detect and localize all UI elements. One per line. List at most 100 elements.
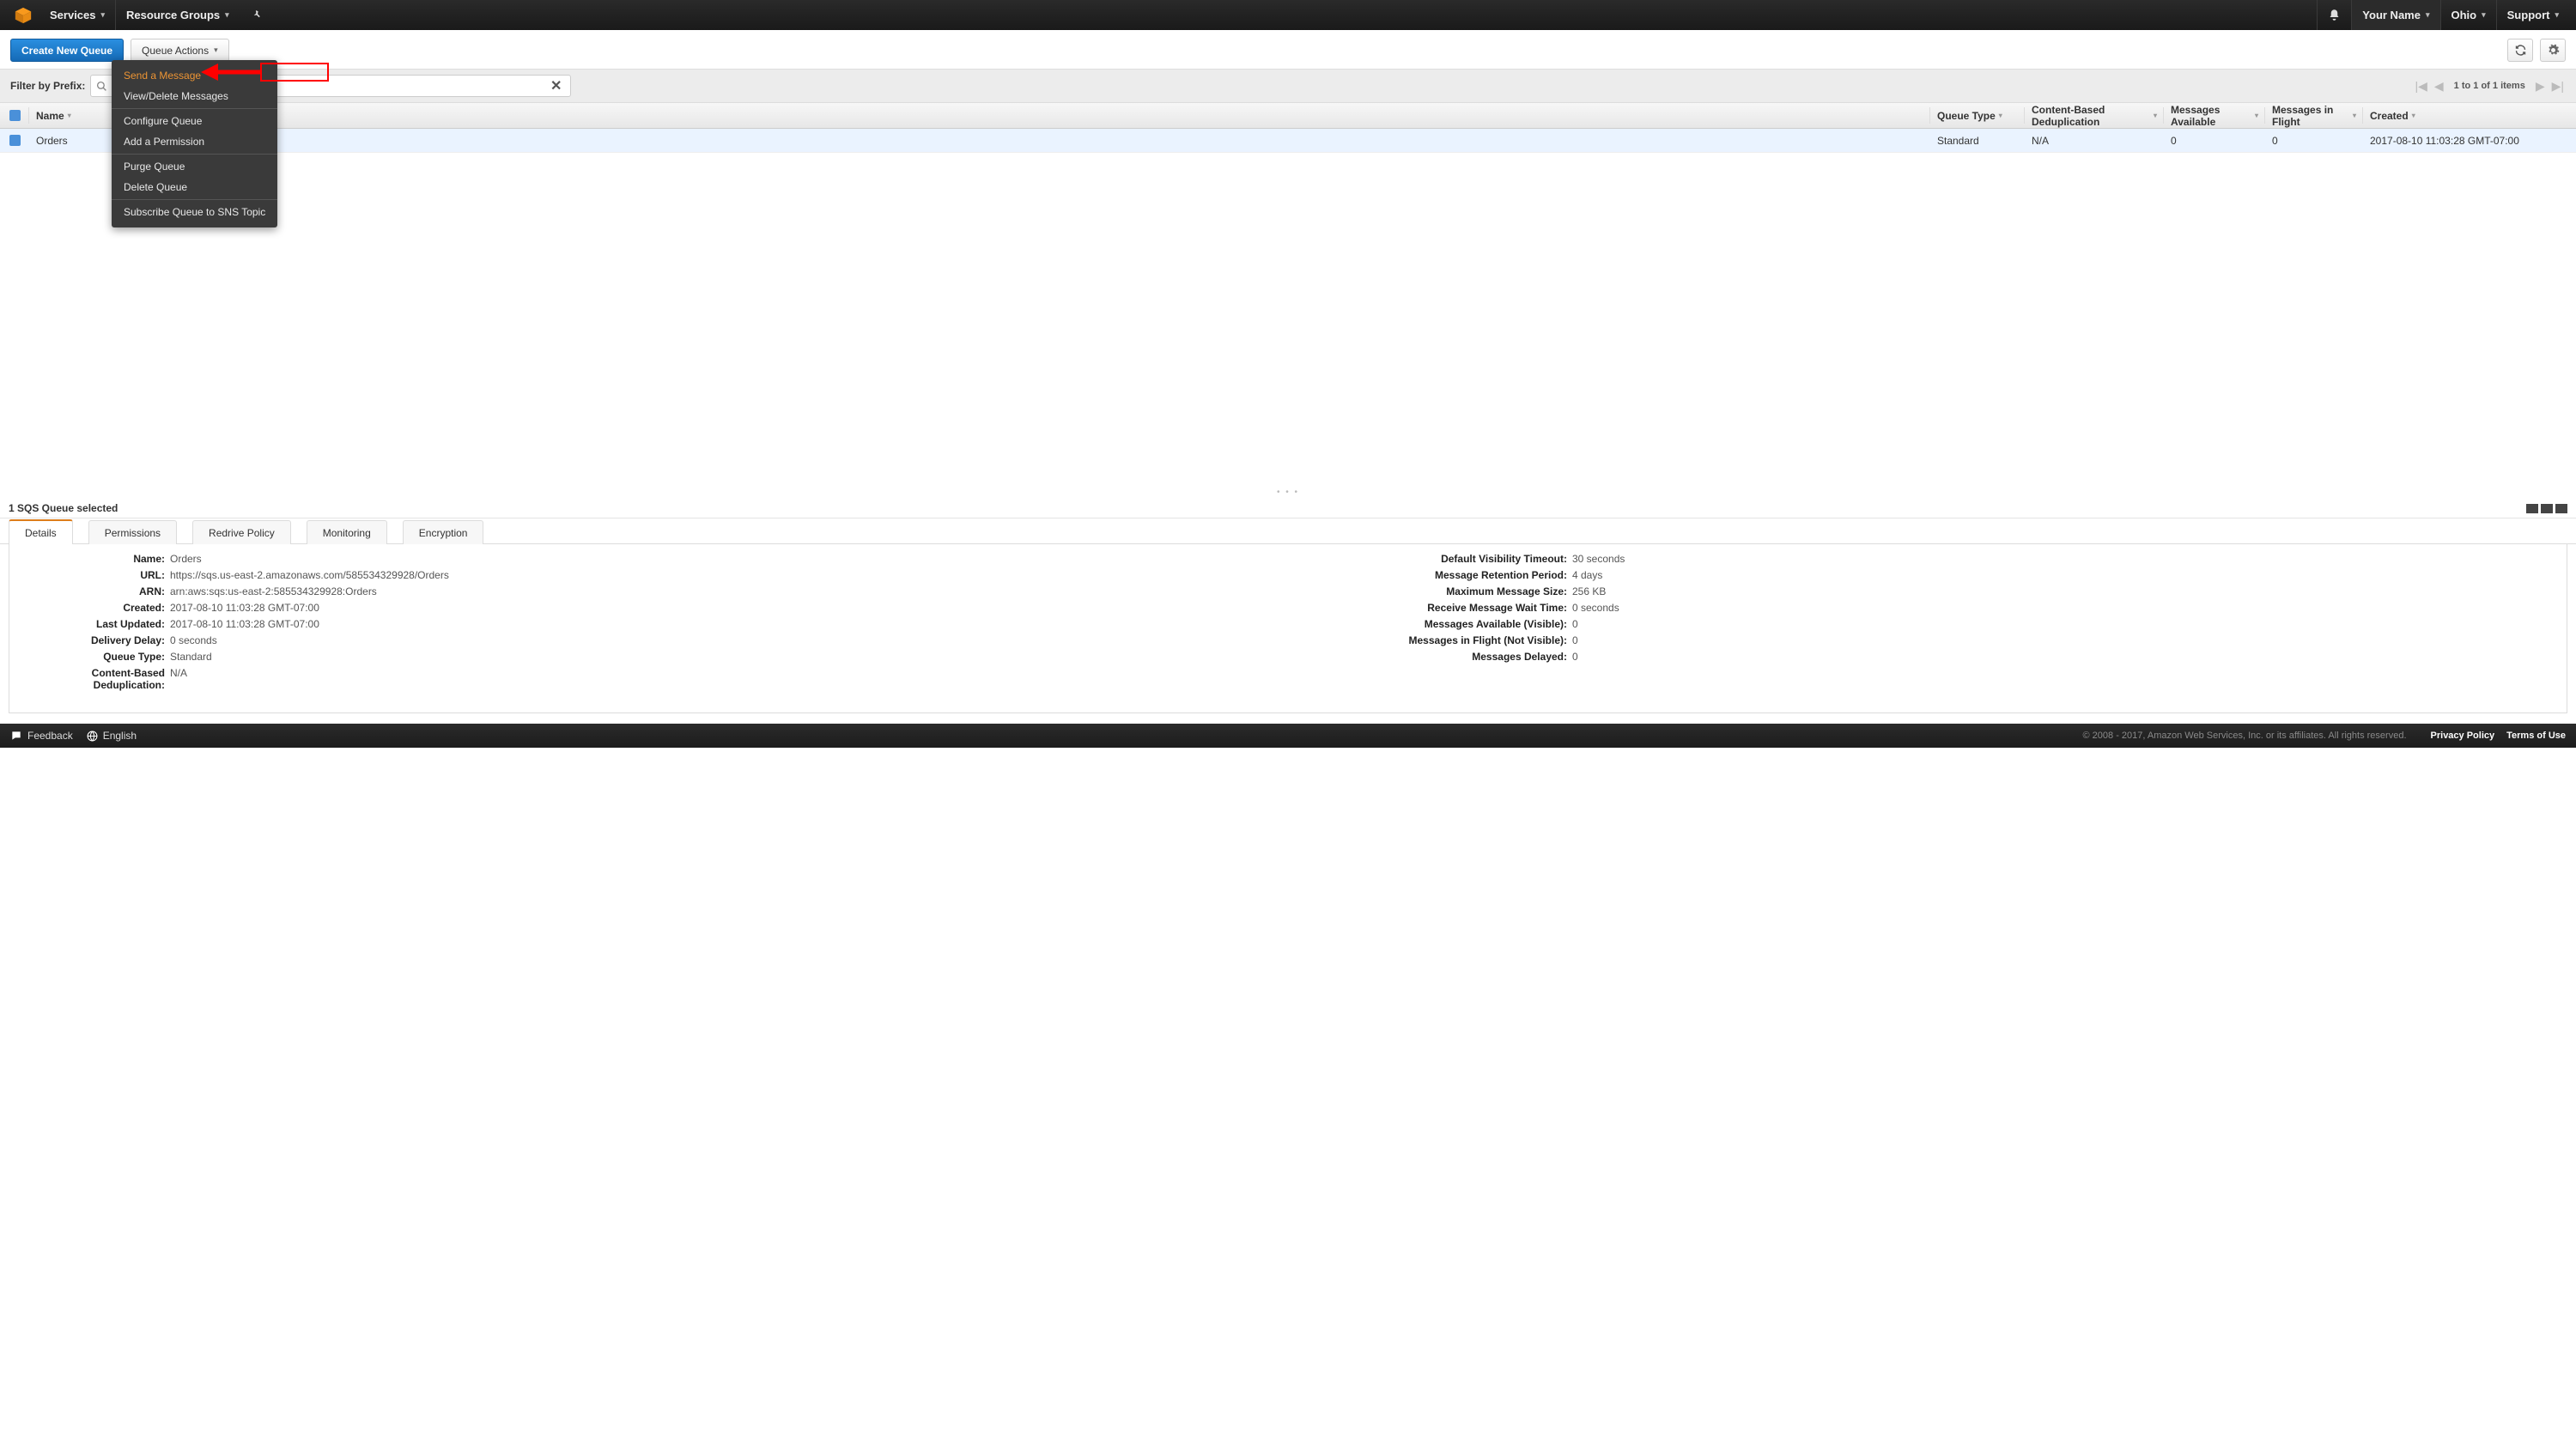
row-checkbox[interactable] (0, 129, 29, 152)
detail-arn-label: ARN: (23, 585, 165, 597)
sort-icon: ▾ (2353, 112, 2356, 119)
queue-actions-button[interactable]: Queue Actions ▾ (131, 39, 229, 62)
detail-maxsize-value: 256 KB (1572, 585, 1606, 597)
sort-icon: ▾ (2255, 112, 2258, 119)
tab-redrive-policy[interactable]: Redrive Policy (192, 520, 291, 544)
notifications-icon[interactable] (2317, 0, 2351, 30)
detail-created-value: 2017-08-10 11:03:28 GMT-07:00 (170, 602, 319, 614)
detail-arn-value: arn:aws:sqs:us-east-2:585534329928:Order… (170, 585, 377, 597)
cell-dedup: N/A (2025, 129, 2164, 152)
detail-flight-label: Messages in Flight (Not Visible): (1305, 634, 1567, 646)
layout-split-icon (2541, 504, 2553, 513)
table-body: Orders Standard N/A 0 0 2017-08-10 11:03… (0, 129, 2576, 153)
cell-name: Orders (29, 129, 1930, 152)
col-select-all[interactable] (0, 103, 29, 128)
copyright-text: © 2008 - 2017, Amazon Web Services, Inc.… (2083, 731, 2407, 741)
col-dedup[interactable]: Content-Based Deduplication▾ (2025, 103, 2164, 128)
detail-tabs: Details Permissions Redrive Policy Monit… (0, 518, 2576, 544)
caret-down-icon: ▾ (2426, 10, 2430, 20)
caret-down-icon: ▾ (2482, 10, 2486, 20)
cell-created: 2017-08-10 11:03:28 GMT-07:00 (2363, 129, 2576, 152)
nav-account-label: Your Name (2362, 9, 2421, 21)
checkbox-icon (9, 110, 21, 121)
language-link[interactable]: English (87, 730, 137, 742)
tab-permissions[interactable]: Permissions (88, 520, 177, 544)
filter-bar: Filter by Prefix: ✕ |◀ ◀ 1 to 1 of 1 ite… (0, 69, 2576, 103)
footer-bar: Feedback English © 2008 - 2017, Amazon W… (0, 724, 2576, 748)
pager-last-button[interactable]: ▶| (2550, 79, 2566, 94)
feedback-link[interactable]: Feedback (10, 730, 73, 742)
nav-resource-groups-label: Resource Groups (126, 9, 220, 21)
detail-maxsize-label: Maximum Message Size: (1305, 585, 1567, 597)
detail-dedup-value: N/A (170, 667, 187, 691)
checkbox-icon (9, 135, 21, 146)
pager-prev-button[interactable]: ◀ (2433, 79, 2445, 94)
detail-updated-value: 2017-08-10 11:03:28 GMT-07:00 (170, 618, 319, 630)
nav-support-label: Support (2507, 9, 2550, 21)
sort-icon: ▾ (1999, 112, 2002, 119)
pager-first-button[interactable]: |◀ (2413, 79, 2428, 94)
col-messages-available[interactable]: Messages Available▾ (2164, 103, 2265, 128)
table-header: Name▾ Queue Type▾ Content-Based Deduplic… (0, 103, 2576, 129)
sort-icon: ▾ (2154, 112, 2157, 119)
detail-waittime-value: 0 seconds (1572, 602, 1619, 614)
nav-account[interactable]: Your Name ▾ (2351, 0, 2439, 30)
menu-add-permission[interactable]: Add a Permission (112, 131, 277, 152)
terms-of-use-link[interactable]: Terms of Use (2506, 731, 2566, 741)
cell-flight: 0 (2265, 129, 2363, 152)
nav-services[interactable]: Services ▾ (39, 0, 115, 30)
nav-resource-groups[interactable]: Resource Groups ▾ (115, 0, 240, 30)
nav-services-label: Services (50, 9, 96, 21)
search-icon (96, 81, 107, 92)
menu-delete-queue[interactable]: Delete Queue (112, 177, 277, 197)
caret-down-icon: ▾ (225, 10, 229, 20)
col-created[interactable]: Created▾ (2363, 103, 2576, 128)
detail-name-value: Orders (170, 553, 202, 565)
detail-bar: 1 SQS Queue selected (0, 497, 2576, 518)
clear-filter-button[interactable]: ✕ (547, 77, 565, 94)
col-messages-in-flight[interactable]: Messages in Flight▾ (2265, 103, 2363, 128)
tab-monitoring[interactable]: Monitoring (307, 520, 387, 544)
aws-logo-icon[interactable] (14, 6, 33, 25)
create-new-queue-button[interactable]: Create New Queue (10, 39, 124, 62)
menu-purge-queue[interactable]: Purge Queue (112, 156, 277, 177)
menu-view-delete-messages[interactable]: View/Delete Messages (112, 86, 277, 106)
detail-created-label: Created: (23, 602, 165, 614)
layout-full-icon (2555, 504, 2567, 513)
menu-subscribe-sns[interactable]: Subscribe Queue to SNS Topic (112, 202, 277, 222)
refresh-button[interactable] (2507, 39, 2533, 62)
split-handle[interactable]: • • • (0, 153, 2576, 497)
nav-support[interactable]: Support ▾ (2496, 0, 2569, 30)
language-label: English (103, 730, 137, 742)
caret-down-icon: ▾ (2555, 10, 2559, 20)
table-row[interactable]: Orders Standard N/A 0 0 2017-08-10 11:03… (0, 129, 2576, 153)
col-name[interactable]: Name▾ (29, 103, 1930, 128)
pager-next-button[interactable]: ▶ (2534, 79, 2547, 94)
privacy-policy-link[interactable]: Privacy Policy (2431, 731, 2495, 741)
menu-configure-queue[interactable]: Configure Queue (112, 111, 277, 131)
feedback-label: Feedback (27, 730, 73, 742)
action-toolbar: Create New Queue Queue Actions ▾ (0, 30, 2576, 69)
nav-region[interactable]: Ohio▾ (2440, 0, 2496, 30)
caret-down-icon: ▾ (101, 10, 106, 20)
filter-label: Filter by Prefix: (10, 80, 85, 92)
layout-single-icon (2526, 504, 2538, 513)
top-navbar: Services ▾ Resource Groups ▾ Your Name ▾ Oh… (0, 0, 2576, 30)
detail-avail-label: Messages Available (Visible): (1305, 618, 1567, 630)
settings-button[interactable] (2540, 39, 2566, 62)
pager-label: 1 to 1 of 1 items (2454, 81, 2525, 91)
queue-actions-label: Queue Actions (142, 45, 209, 57)
sort-icon: ▾ (68, 112, 71, 119)
tab-encryption[interactable]: Encryption (403, 520, 484, 544)
col-queue-type[interactable]: Queue Type▾ (1930, 103, 2025, 128)
detail-avail-value: 0 (1572, 618, 1578, 630)
pager: |◀ ◀ 1 to 1 of 1 items ▶ ▶| (2413, 79, 2566, 94)
detail-qtype-value: Standard (170, 651, 212, 663)
tab-details[interactable]: Details (9, 519, 73, 544)
details-panel: Name:Orders URL:https://sqs.us-east-2.am… (9, 544, 2567, 713)
layout-toggle[interactable] (2526, 504, 2567, 513)
pin-icon[interactable] (240, 0, 275, 30)
menu-send-message[interactable]: Send a Message (112, 65, 277, 86)
sort-icon: ▾ (2412, 112, 2415, 119)
detail-delay-label: Delivery Delay: (23, 634, 165, 646)
